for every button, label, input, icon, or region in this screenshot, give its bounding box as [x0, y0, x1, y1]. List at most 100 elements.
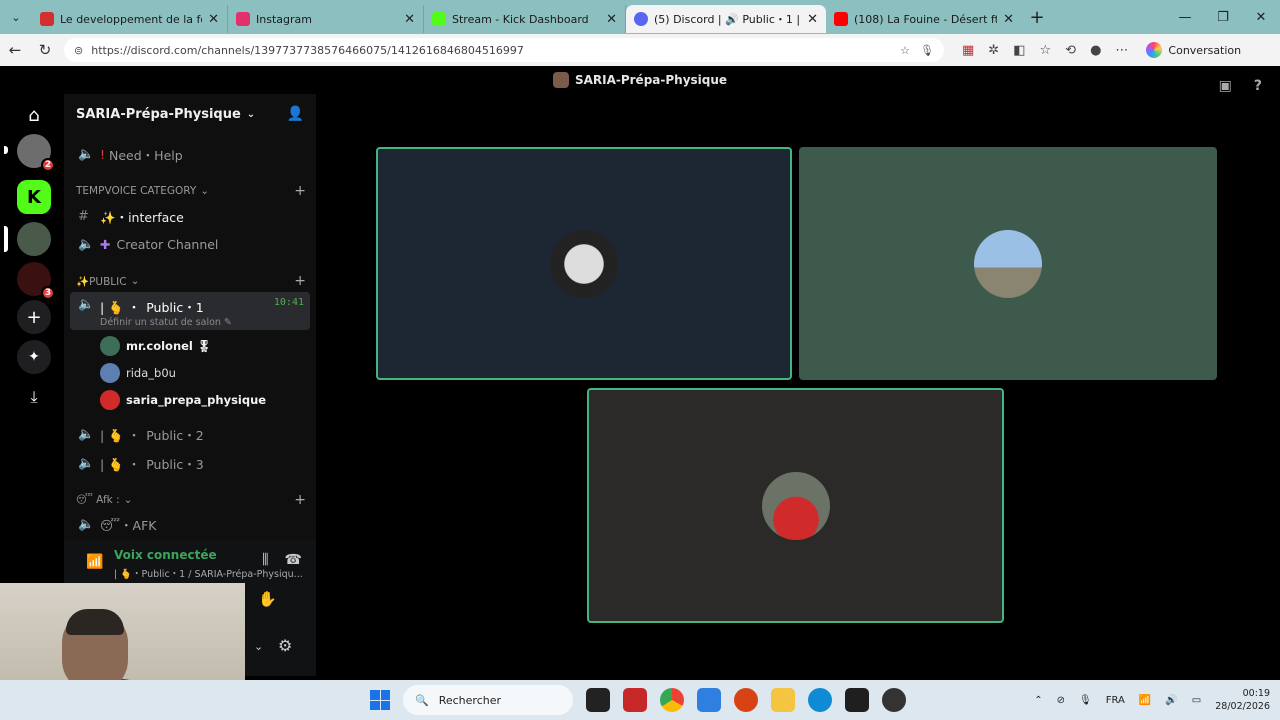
microphone-icon[interactable]: 🎙 — [1079, 695, 1092, 706]
chevron-down-icon[interactable]: ⌄ — [254, 640, 263, 653]
inbox-icon[interactable]: ▣ — [1219, 78, 1232, 94]
signal-icon[interactable]: 📶 — [86, 554, 103, 570]
minimize-icon[interactable]: — — [1166, 10, 1204, 25]
speaker-icon: 🔈 — [78, 455, 95, 471]
browser-tab-bar: ⌄ Le developpement de la force.pdf ✕ Ins… — [0, 0, 1280, 34]
battery-icon[interactable]: ▭ — [1192, 695, 1201, 706]
url-field[interactable]: ⊜ https://discord.com/channels/139773773… — [64, 38, 944, 62]
category-afk[interactable]: 😴 Afk : ⌄ + — [76, 491, 306, 509]
disconnect-icon[interactable]: ☎ — [285, 552, 302, 568]
file-explorer-icon[interactable] — [771, 688, 795, 712]
category-tempvoice[interactable]: TEMPVOICE CATEGORY ⌄ + — [76, 182, 306, 200]
edge-icon[interactable] — [808, 688, 832, 712]
app-icon[interactable] — [845, 688, 869, 712]
channel-creator[interactable]: 🔈 ✚ Creator Channel — [70, 230, 310, 258]
channel-need-help[interactable]: 🔈 ! Need・Help — [70, 140, 310, 168]
history-icon[interactable]: ⟲ — [1065, 43, 1076, 58]
participant-tile-rida[interactable] — [799, 147, 1217, 380]
restore-icon[interactable]: ❐ — [1204, 10, 1242, 25]
server-1-icon[interactable]: 2 — [4, 134, 55, 172]
tab-youtube[interactable]: (108) La Fouine - Désert ft. ElGrand ✕ — [826, 5, 1022, 33]
channel-interface[interactable]: # ✨・interface — [70, 202, 310, 230]
language-indicator[interactable]: FRA — [1106, 695, 1125, 706]
chevron-down-icon: ⌄ — [123, 494, 133, 506]
server-header[interactable]: SARIA-Prépa-Physique ⌄ 👤 — [64, 94, 316, 134]
avatar — [974, 229, 1042, 298]
discord-title-bar: SARIA-Prépa-Physique ▣ ? — [4, 66, 1276, 94]
split-screen-icon[interactable]: ◧ — [1013, 43, 1025, 58]
start-button[interactable] — [370, 690, 390, 710]
unread-pill — [4, 146, 8, 154]
participant-tile-mr-colonel[interactable] — [376, 147, 792, 380]
kick-server-icon[interactable]: K — [17, 180, 51, 214]
discover-icon[interactable]: ✦ — [17, 340, 51, 374]
close-icon[interactable]: ✕ — [1003, 12, 1014, 27]
channel-status-hint[interactable]: Définir un statut de salon ✎ — [100, 317, 232, 328]
voice-member[interactable]: mr.colonel 🎖 — [100, 334, 211, 358]
category-public[interactable]: ✨PUBLIC ⌄ + — [76, 272, 306, 290]
taskbar-search[interactable]: 🔍 Rechercher — [403, 685, 573, 715]
add-server-icon[interactable]: + — [17, 300, 51, 334]
help-icon[interactable]: ? — [1254, 78, 1262, 94]
noise-suppression-icon[interactable]: ⫼ — [262, 552, 268, 568]
chevron-down-icon: ⌄ — [130, 275, 140, 287]
close-icon[interactable]: ✕ — [208, 12, 219, 27]
address-toolbar: ← ↻ ⊜ https://discord.com/channels/13977… — [0, 34, 1280, 66]
app-icon[interactable] — [882, 688, 906, 712]
speaker-icon: 🔈 — [78, 297, 95, 312]
copilot-icon — [1146, 42, 1163, 58]
close-icon[interactable]: ✕ — [404, 12, 415, 27]
download-icon[interactable]: ⤓ — [17, 380, 51, 414]
voice-member[interactable]: rida_b0u — [100, 361, 176, 385]
new-tab-button[interactable]: + — [1022, 7, 1052, 28]
sync-off-icon[interactable]: ⊘ — [1057, 695, 1065, 706]
server-3-icon[interactable] — [4, 222, 51, 256]
puzzle-icon[interactable]: ✲ — [988, 43, 999, 58]
settings-gear-icon[interactable]: ⚙ — [278, 636, 292, 655]
voice-member[interactable]: saria_prepa_physique — [100, 388, 266, 412]
instagram-icon — [236, 12, 250, 26]
close-window-icon[interactable]: ✕ — [1242, 10, 1280, 25]
clock[interactable]: 00:19 28/02/2026 — [1215, 687, 1270, 713]
app-icon[interactable] — [697, 688, 721, 712]
discord-home-icon[interactable]: ⌂ — [17, 98, 51, 132]
add-channel-icon[interactable]: + — [294, 273, 306, 289]
speaker-icon: 🔈 — [78, 236, 95, 252]
channel-public-2[interactable]: 🔈 | 🫰 ・ Public・2 — [70, 420, 310, 448]
tab-pdf[interactable]: Le developpement de la force.pdf ✕ — [32, 5, 228, 33]
site-info-icon[interactable]: ⊜ — [74, 44, 83, 57]
profile-icon[interactable]: ● — [1090, 43, 1101, 58]
avatar — [761, 471, 830, 540]
speaker-icon: 🔈 — [78, 146, 95, 162]
reload-button[interactable]: ↻ — [30, 41, 60, 59]
close-icon[interactable]: ✕ — [606, 12, 617, 27]
task-view-icon[interactable] — [586, 688, 610, 712]
app-icon[interactable] — [623, 688, 647, 712]
favorites-icon[interactable]: ☆ — [1040, 43, 1052, 58]
favorite-star-icon[interactable]: ☆ — [900, 44, 910, 57]
extension-icon[interactable]: ▦ — [962, 43, 974, 58]
app-icon[interactable] — [734, 688, 758, 712]
channel-public-3[interactable]: 🔈 | 🫰 ・ Public・3 — [70, 449, 310, 477]
add-channel-icon[interactable]: + — [294, 492, 306, 508]
microphone-icon[interactable]: 🎙 — [920, 44, 934, 57]
invite-icon[interactable]: 👤 — [287, 106, 304, 122]
copilot-button[interactable]: Conversation — [1146, 42, 1241, 58]
chevron-up-icon[interactable]: ⌃ — [1034, 695, 1042, 706]
chevron-down-icon: ⌄ — [246, 108, 256, 120]
back-button[interactable]: ← — [0, 41, 30, 59]
chrome-icon[interactable] — [660, 688, 684, 712]
add-channel-icon[interactable]: + — [294, 183, 306, 199]
tab-discord[interactable]: (5) Discord | 🔊 Public・1 | SA ✕ — [626, 5, 826, 33]
close-icon[interactable]: ✕ — [807, 12, 818, 27]
tab-instagram[interactable]: Instagram ✕ — [228, 5, 424, 33]
channel-afk[interactable]: 🔈 😴・AFK — [70, 510, 310, 538]
participant-tile-saria[interactable] — [587, 388, 1004, 623]
wifi-icon[interactable]: 📶 — [1139, 695, 1151, 706]
volume-icon[interactable]: 🔊 — [1165, 695, 1177, 706]
tab-kick[interactable]: Stream - Kick Dashboard ✕ — [424, 5, 626, 33]
more-icon[interactable]: ⋯ — [1115, 43, 1128, 58]
server-4-icon[interactable]: 3 — [17, 262, 55, 300]
tab-actions-icon[interactable]: ⌄ — [0, 0, 32, 34]
soundboard-icon[interactable]: ✋ — [258, 590, 277, 608]
